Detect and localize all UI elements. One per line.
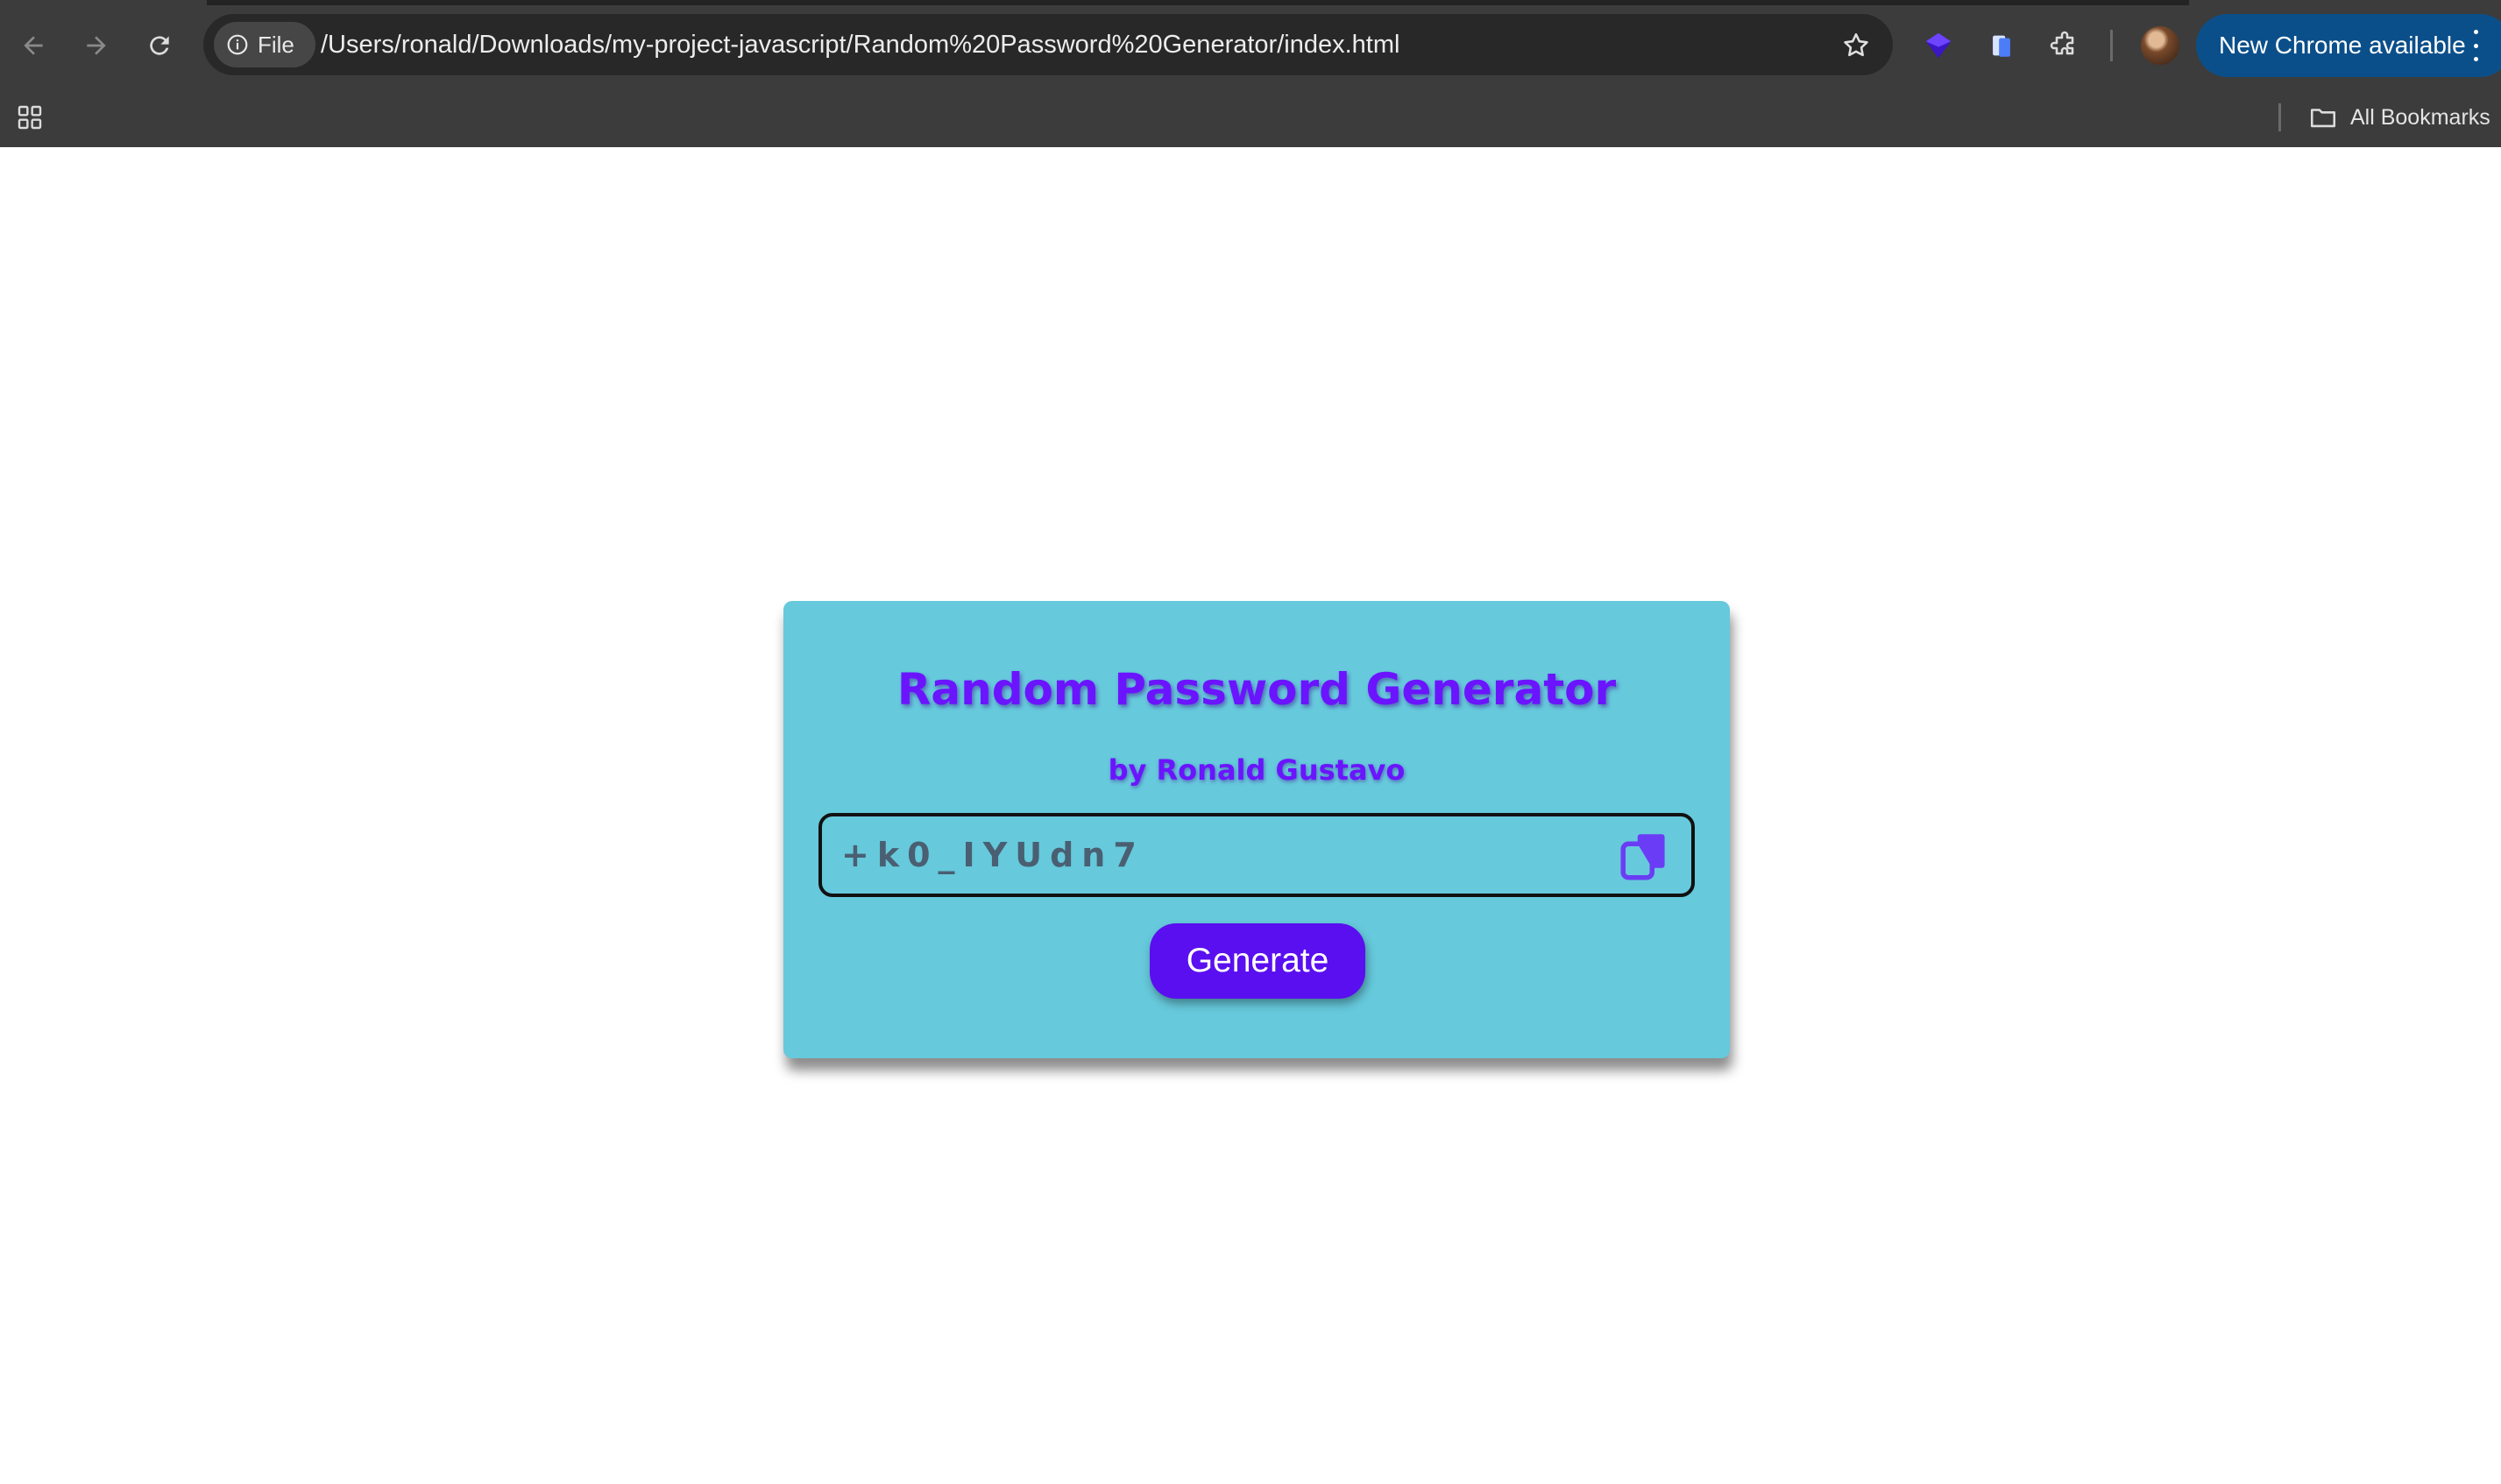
- apps-grid-icon: [18, 105, 42, 130]
- puzzle-icon: [2050, 31, 2074, 55]
- all-bookmarks-button[interactable]: All Bookmarks: [2308, 91, 2490, 144]
- all-bookmarks-label: All Bookmarks: [2350, 104, 2490, 130]
- extension-icon: [1925, 32, 1952, 59]
- star-icon: [1844, 32, 1868, 57]
- bookmarks-divider: [2278, 103, 2281, 131]
- extension-button-2[interactable]: [1977, 21, 2026, 70]
- back-button[interactable]: [7, 19, 60, 72]
- folder-icon: [2310, 109, 2336, 128]
- reload-button[interactable]: [133, 19, 186, 72]
- password-display[interactable]: +k0_IYUdn7: [818, 813, 1695, 897]
- url-text[interactable]: /Users/ronald/Downloads/my-project-javas…: [321, 14, 1399, 75]
- site-chip-label: File: [258, 31, 294, 58]
- profile-avatar[interactable]: [2141, 26, 2179, 65]
- clipboard-extension-icon: [1993, 35, 2010, 57]
- copy-icon: [1620, 834, 1665, 880]
- forward-button[interactable]: [70, 19, 123, 72]
- toolbar-divider: [2110, 30, 2113, 61]
- app-subtitle: by Ronald Gustavo: [1108, 753, 1406, 787]
- forward-icon: [87, 36, 106, 55]
- chrome-update-button[interactable]: New Chrome available: [2196, 14, 2501, 77]
- tab-strip-edge: [207, 0, 2189, 5]
- browser-chrome: File /Users/ronald/Downloads/my-project-…: [0, 0, 2501, 147]
- extension-button-1[interactable]: [1914, 21, 1963, 70]
- extensions-menu-button[interactable]: [2040, 21, 2089, 70]
- bookmark-star-button[interactable]: [1833, 23, 1879, 68]
- browser-menu-icon[interactable]: [2471, 30, 2480, 61]
- bookmarks-bar: All Bookmarks: [0, 91, 2501, 147]
- copy-button[interactable]: [1614, 825, 1676, 887]
- password-value[interactable]: +k0_IYUdn7: [841, 816, 1144, 894]
- generate-button[interactable]: Generate: [1150, 923, 1365, 999]
- address-bar[interactable]: File /Users/ronald/Downloads/my-project-…: [203, 14, 1893, 75]
- password-generator-card: Random Password Generator by Ronald Gust…: [783, 601, 1730, 1058]
- info-icon: [227, 34, 248, 55]
- app-title: Random Password Generator: [896, 664, 1617, 715]
- apps-button[interactable]: [11, 98, 49, 137]
- update-button-label: New Chrome available: [2219, 32, 2466, 59]
- browser-toolbar: File /Users/ronald/Downloads/my-project-…: [0, 0, 2501, 91]
- reload-icon: [150, 36, 169, 55]
- site-info-chip[interactable]: File: [214, 22, 315, 67]
- back-icon: [24, 36, 43, 55]
